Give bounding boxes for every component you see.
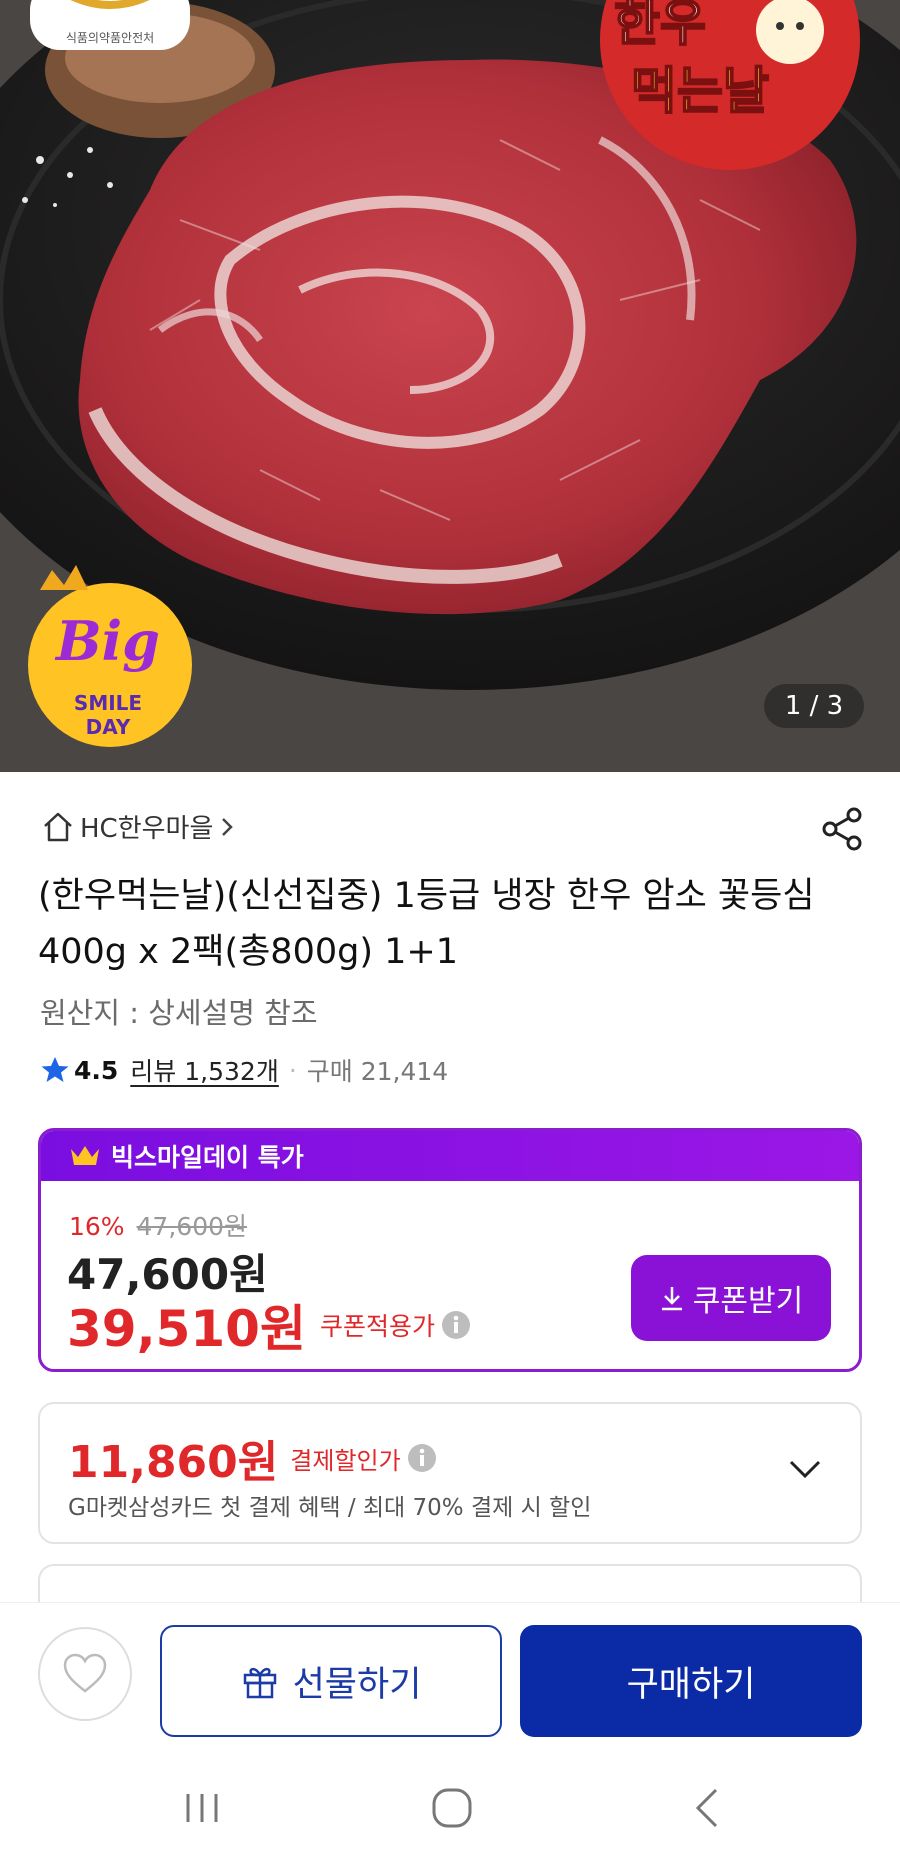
discount-percent: 16% [69,1212,125,1241]
info-icon[interactable] [441,1310,471,1340]
purchase-count: 구매 21,414 [306,1057,449,1086]
rating-row: 4.5 리뷰 1,532개 · 구매 21,414 [40,1052,448,1088]
svg-text:SMILE: SMILE [74,691,142,715]
store-link[interactable]: HC한우마을 [40,808,237,845]
payment-price-row: 11,860원 결제할인가 [68,1426,437,1490]
system-navigation-bar [0,1750,900,1867]
payment-discount-card[interactable]: 11,860원 결제할인가 G마켓삼성카드 첫 결제 혜택 / 최대 70% 결… [38,1402,862,1544]
heart-icon [63,1653,107,1693]
deal-title: 빅스마일데이 특가 [111,1143,304,1172]
buy-button[interactable]: 구매하기 [520,1625,862,1737]
star-icon [41,1057,69,1082]
buy-label: 구매하기 [626,1664,756,1704]
get-coupon-label: 쿠폰받기 [692,1285,804,1318]
svg-text:먹는날: 먹는날 [631,62,769,120]
rating-value: 4.5 [74,1055,119,1085]
info-icon[interactable] [407,1443,437,1473]
product-image-carousel[interactable]: 식품의약품안전처 한우 먹는날 Big SMILE DAY 1 / 3 [0,0,900,772]
gift-icon [243,1667,276,1699]
share-icon[interactable] [820,806,866,852]
product-title: (한우먹는날)(신선집중) 1등급 냉장 한우 암소 꽃등심 400g x 2팩… [38,876,815,972]
chevron-right-icon [222,817,234,836]
download-icon [661,1287,682,1311]
wishlist-button[interactable] [38,1627,132,1721]
svg-text:한우: 한우 [614,0,706,52]
image-counter: 1 / 3 [764,684,864,728]
back-icon[interactable] [686,1786,730,1830]
deal-header: 빅스마일데이 특가 [41,1131,859,1181]
store-name: HC한우마을 [80,814,214,844]
home-icon [44,812,72,841]
svg-text:DAY: DAY [86,715,131,739]
review-link[interactable]: 리뷰 1,532개 [130,1052,279,1088]
coupon-price: 39,510원 [67,1300,306,1358]
coupon-price-row: 39,510원 쿠폰적용가 [67,1289,471,1361]
payment-description: G마켓삼성카드 첫 결제 혜택 / 최대 70% 결제 시 할인 [68,1495,592,1521]
big-smile-deal-box: 빅스마일데이 특가 16% 47,600원 47,600원 39,510원 쿠폰… [38,1128,862,1372]
home-nav-icon[interactable] [430,1786,474,1830]
payment-discount-label: 결제할인가 [290,1446,401,1475]
discount-row: 16% 47,600원 [69,1207,247,1243]
certification-logo: 식품의약품안전처 [30,0,190,50]
chevron-down-icon[interactable] [788,1458,822,1480]
bottom-action-bar: 선물하기 구매하기 [0,1602,900,1750]
svg-text:Big: Big [54,609,160,673]
gift-button[interactable]: 선물하기 [160,1625,502,1737]
origin-info: 원산지 : 상세설명 참조 [40,996,318,1030]
product-photo: 식품의약품안전처 한우 먹는날 Big SMILE DAY [0,0,900,772]
svg-text:식품의약품안전처: 식품의약품안전처 [66,30,154,45]
gift-label: 선물하기 [292,1664,422,1704]
payment-discount-price: 11,860원 [68,1437,279,1488]
coupon-price-label: 쿠폰적용가 [319,1312,435,1341]
crown-icon [71,1146,99,1165]
original-price: 47,600원 [136,1212,248,1241]
separator-dot: · [288,1055,297,1085]
get-coupon-button[interactable]: 쿠폰받기 [631,1255,831,1341]
recent-apps-icon[interactable] [180,1786,224,1830]
